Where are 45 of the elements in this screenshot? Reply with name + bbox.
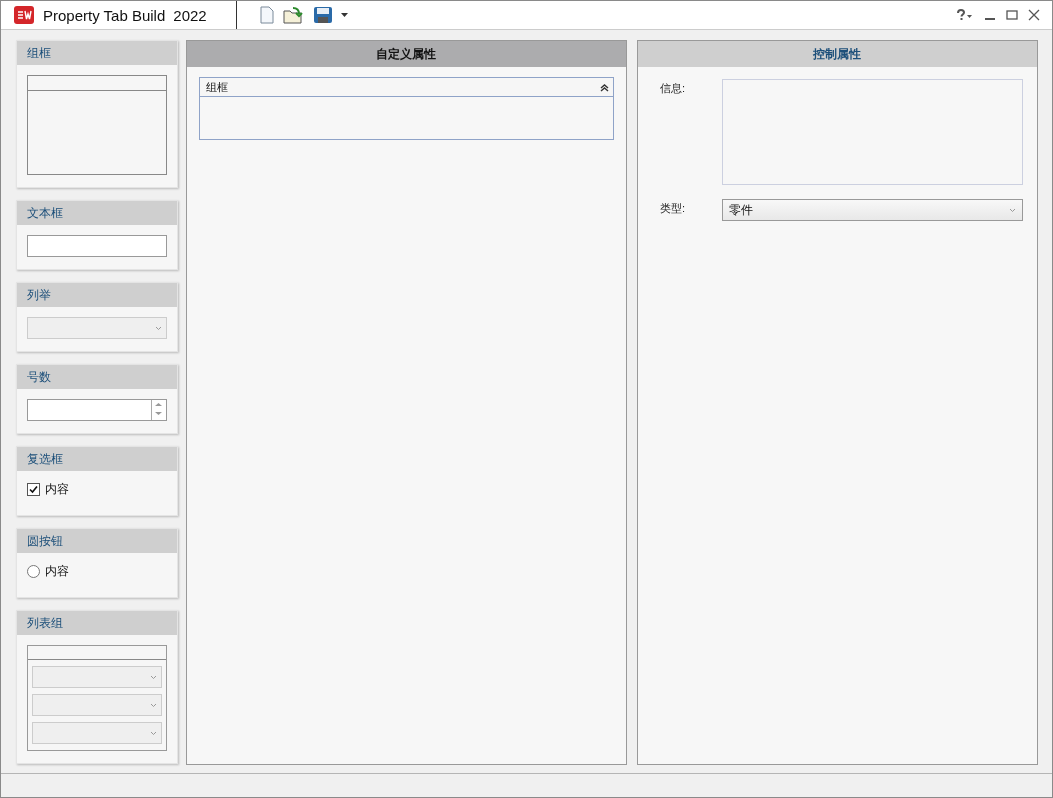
palette-card-title: 复选框 — [27, 450, 63, 468]
palette-card[interactable]: 圆按钮 内容 — [16, 528, 178, 598]
close-icon[interactable] — [1028, 9, 1040, 21]
caret-icon[interactable] — [341, 12, 348, 18]
radio-button[interactable] — [27, 565, 40, 578]
text-field[interactable] — [27, 235, 167, 257]
field-label: 类型: — [658, 201, 686, 216]
palette-card[interactable]: 文本框 — [16, 200, 178, 270]
checkbox-label: 内容 — [45, 481, 69, 498]
palette-card-title: 列表组 — [27, 614, 63, 632]
collapse-icon[interactable] — [599, 82, 609, 92]
help-icon[interactable] — [956, 9, 974, 21]
dropdown-field[interactable] — [32, 722, 162, 744]
chevron-down-icon — [150, 730, 157, 736]
window-title: Property Tab Build — [43, 6, 166, 24]
panel-title: 控制属性 — [813, 45, 862, 63]
checkbox[interactable] — [27, 483, 40, 496]
field-label: 信息: — [658, 81, 686, 96]
palette-card-title: 列举 — [27, 286, 51, 304]
dropdown-field[interactable] — [32, 694, 162, 716]
panel-title: 自定义属性 — [376, 45, 437, 63]
palette-card-title: 号数 — [27, 368, 51, 386]
maximize-icon[interactable] — [1006, 9, 1018, 21]
chevron-down-icon — [150, 702, 157, 708]
app-logo-icon — [13, 5, 35, 25]
palette-card[interactable]: 组框 — [16, 40, 178, 188]
save-icon[interactable] — [313, 6, 333, 24]
folder-arrow-icon[interactable] — [283, 6, 305, 24]
palette-card[interactable]: 复选框 内容 — [16, 446, 178, 516]
message-field[interactable] — [721, 79, 1023, 185]
palette-card-title: 文本框 — [27, 204, 63, 222]
version-label: 2022 — [173, 6, 207, 24]
chevron-down-icon — [1009, 207, 1016, 213]
number-field[interactable] — [27, 399, 167, 421]
type-dropdown[interactable]: 零件 — [721, 199, 1023, 221]
dropdown-field[interactable] — [32, 666, 162, 688]
group-box-title: 组框 — [206, 79, 228, 95]
palette-card-title: 组框 — [27, 44, 51, 62]
palette-card-title: 圆按钮 — [27, 532, 63, 550]
radio-label: 内容 — [45, 563, 69, 580]
new-document-icon[interactable] — [259, 6, 275, 24]
palette-card[interactable]: 列表组 — [16, 610, 178, 764]
chevron-down-icon — [155, 325, 162, 331]
chevron-down-icon — [150, 674, 157, 680]
palette-card[interactable]: 号数 — [16, 364, 178, 434]
